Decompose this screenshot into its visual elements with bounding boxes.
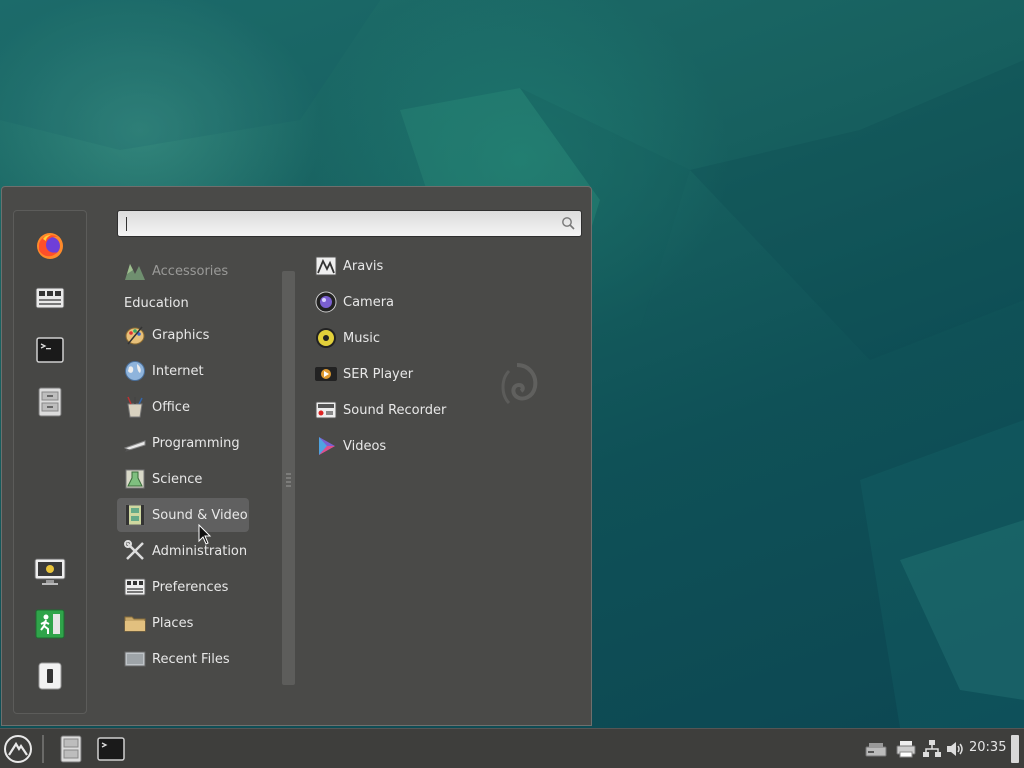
category-places[interactable]: Places [117, 606, 249, 640]
preferences-icon [124, 578, 146, 596]
search-box[interactable] [117, 210, 582, 237]
sound-video-icon [125, 504, 145, 526]
camera-icon [315, 291, 337, 313]
file-manager-icon [60, 735, 82, 763]
aravis-icon [315, 256, 337, 276]
app-label: Videos [343, 438, 387, 454]
category-label: Preferences [152, 579, 229, 595]
removable-drive-icon[interactable] [865, 739, 887, 759]
videos-icon [319, 437, 335, 455]
category-label: Sound & Video [152, 507, 248, 523]
recent-files-icon [124, 651, 146, 667]
category-label: Places [152, 615, 194, 631]
folder-icon [124, 616, 146, 632]
search-input[interactable] [124, 213, 558, 236]
scrollbar-grip[interactable] [286, 473, 291, 487]
application-menu: Accessories Education Graphics Internet … [1, 186, 592, 726]
category-label: Education [124, 295, 189, 311]
app-label: Aravis [343, 258, 384, 274]
category-accessories[interactable]: Accessories [117, 254, 249, 288]
app-sound-recorder[interactable]: Sound Recorder [315, 395, 446, 425]
category-label: Programming [152, 435, 240, 451]
search-icon [562, 217, 575, 230]
category-label: Recent Files [152, 651, 230, 667]
show-desktop-button[interactable] [1011, 735, 1019, 763]
app-music[interactable]: Music [315, 323, 380, 353]
internet-icon [125, 361, 145, 381]
shutdown-icon[interactable] [33, 659, 67, 693]
app-ser-player[interactable]: SER Player [315, 359, 413, 389]
category-scrollbar[interactable] [282, 271, 295, 685]
ser-player-icon [315, 367, 337, 381]
app-label: Camera [343, 294, 395, 310]
category-administration[interactable]: Administration [117, 534, 249, 568]
logout-icon[interactable] [33, 607, 67, 641]
terminal-icon [97, 737, 125, 761]
debian-swirl-watermark [501, 363, 538, 405]
file-manager-icon[interactable] [33, 385, 67, 419]
administration-icon [124, 540, 144, 560]
app-label: Sound Recorder [343, 402, 447, 418]
category-internet[interactable]: Internet [117, 354, 249, 388]
category-label: Graphics [152, 327, 210, 343]
programming-icon [124, 440, 146, 452]
category-graphics[interactable]: Graphics [117, 318, 249, 352]
app-aravis[interactable]: Aravis [315, 251, 383, 281]
firefox-icon[interactable] [33, 229, 67, 263]
panel-separator [42, 735, 44, 763]
app-label: Music [343, 330, 380, 346]
panel-launcher-file-manager[interactable] [56, 734, 86, 764]
sound-recorder-icon [315, 401, 337, 419]
category-office[interactable]: Office [117, 390, 249, 424]
category-label: Office [152, 399, 190, 415]
category-programming[interactable]: Programming [117, 426, 249, 460]
bottom-panel: 20:35 [0, 728, 1024, 768]
lock-screen-icon[interactable] [33, 555, 67, 589]
accessories-icon [125, 264, 145, 280]
category-label: Internet [152, 363, 204, 379]
category-recent-files[interactable]: Recent Files [117, 642, 249, 676]
app-camera[interactable]: Camera [315, 287, 394, 317]
panel-launcher-terminal[interactable] [96, 734, 126, 764]
text-caret [126, 217, 127, 231]
app-label: SER Player [343, 366, 414, 382]
category-preferences[interactable]: Preferences [117, 570, 249, 604]
menu-button[interactable] [3, 734, 33, 764]
office-icon [127, 396, 143, 418]
printer-icon[interactable] [896, 739, 916, 759]
terminal-icon[interactable] [33, 333, 67, 367]
music-icon [316, 328, 336, 348]
volume-icon[interactable] [945, 739, 965, 759]
category-education[interactable]: Education [117, 286, 249, 320]
category-science[interactable]: Science [117, 462, 249, 496]
science-icon [125, 469, 145, 489]
favorites-sidebar [13, 210, 87, 714]
network-icon[interactable] [922, 739, 942, 759]
app-videos[interactable]: Videos [315, 431, 386, 461]
mouse-cursor-icon [198, 524, 212, 545]
category-sound-video[interactable]: Sound & Video [117, 498, 249, 532]
category-label: Accessories [152, 263, 229, 279]
settings-icon[interactable] [33, 281, 67, 315]
category-label: Science [152, 471, 203, 487]
graphics-icon [125, 326, 145, 345]
clock[interactable]: 20:35 [969, 740, 1006, 755]
